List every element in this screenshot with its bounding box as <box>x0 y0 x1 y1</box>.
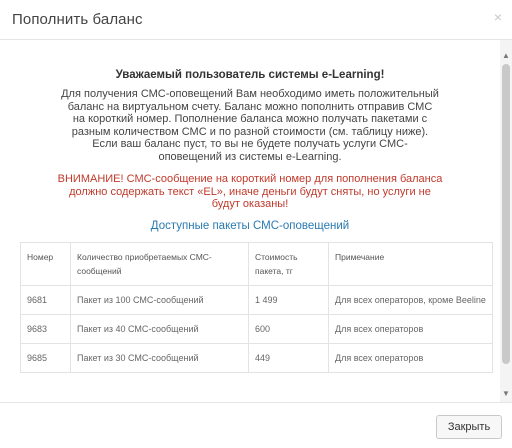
cell-package: Пакет из 100 СМС-сообщений <box>70 284 249 315</box>
greeting-text: Уважаемый пользователь системы e-Learnin… <box>115 69 385 81</box>
cell-number: 9685 <box>20 342 71 373</box>
dialog-header: Пополнить баланс × <box>0 0 512 40</box>
cell-price: 1 499 <box>248 284 329 315</box>
scroll-up-arrow-icon[interactable]: ▲ <box>500 50 512 62</box>
cell-note: Для всех операторов <box>328 313 493 344</box>
cell-note: Для всех операторов, кроме Beeline <box>328 284 493 315</box>
vertical-scrollbar[interactable]: ▲ ▼ <box>500 40 512 402</box>
column-header-number: Номер <box>20 241 71 286</box>
scrollbar-thumb[interactable] <box>502 64 510 364</box>
cell-package: Пакет из 40 СМС-сообщений <box>70 313 249 344</box>
cell-number: 9681 <box>20 284 71 315</box>
intro-line: Для получения СМС-оповещений Вам необход… <box>61 88 439 100</box>
dialog-title: Пополнить баланс <box>12 11 143 28</box>
close-button[interactable]: Закрыть <box>436 415 502 439</box>
column-header-package: Количество приобретаемых СМС-сообщений <box>70 241 249 286</box>
intro-text: Для получения СМС-оповещений Вам необход… <box>14 88 486 163</box>
intro-line: оповещений из системы e-Learning. <box>158 150 342 163</box>
scroll-down-arrow-icon[interactable]: ▼ <box>500 388 512 400</box>
top-up-balance-dialog: Пополнить баланс × Уважаемый пользовател… <box>0 0 512 448</box>
warning-line: ВНИМАНИЕ! СМС-сообщение на короткий номе… <box>57 173 443 185</box>
cell-package: Пакет из 30 СМС-сообщений <box>70 342 249 373</box>
warning-line: должно содержать текст «EL», иначе деньг… <box>69 185 431 198</box>
cell-price: 449 <box>248 342 329 373</box>
intro-line: на короткий номер. Пополнение баланса мо… <box>72 113 428 125</box>
dialog-footer: Закрыть <box>0 402 512 448</box>
close-icon[interactable]: × <box>494 10 502 24</box>
intro-line: баланс на виртуальном счету. Баланс можн… <box>67 100 433 113</box>
table-header-row: Номер Количество приобретаемых СМС-сообщ… <box>20 241 493 286</box>
dialog-body: Уважаемый пользователь системы e-Learnin… <box>0 40 500 402</box>
intro-line: Если ваш баланс пуст, то вы не будете по… <box>92 138 408 150</box>
table-row: 9685 Пакет из 30 СМС-сообщений 449 Для в… <box>20 342 493 373</box>
cell-number: 9683 <box>20 313 71 344</box>
column-header-note: Примечание <box>328 241 493 286</box>
packages-title: Доступные пакеты СМС-оповещений <box>150 219 350 232</box>
column-header-price: Стоимость пакета, тг <box>248 241 329 286</box>
warning-line: будут оказаны! <box>211 198 289 210</box>
cell-price: 600 <box>248 313 329 344</box>
warning-text: ВНИМАНИЕ! СМС-сообщение на короткий номе… <box>14 173 486 211</box>
table-row: 9683 Пакет из 40 СМС-сообщений 600 Для в… <box>20 313 493 344</box>
sms-packages-table: Номер Количество приобретаемых СМС-сообщ… <box>20 241 493 373</box>
cell-note: Для всех операторов <box>328 342 493 373</box>
table-row: 9681 Пакет из 100 СМС-сообщений 1 499 Дл… <box>20 284 493 315</box>
intro-line: разным количеством СМС и по разной стоим… <box>71 125 429 138</box>
